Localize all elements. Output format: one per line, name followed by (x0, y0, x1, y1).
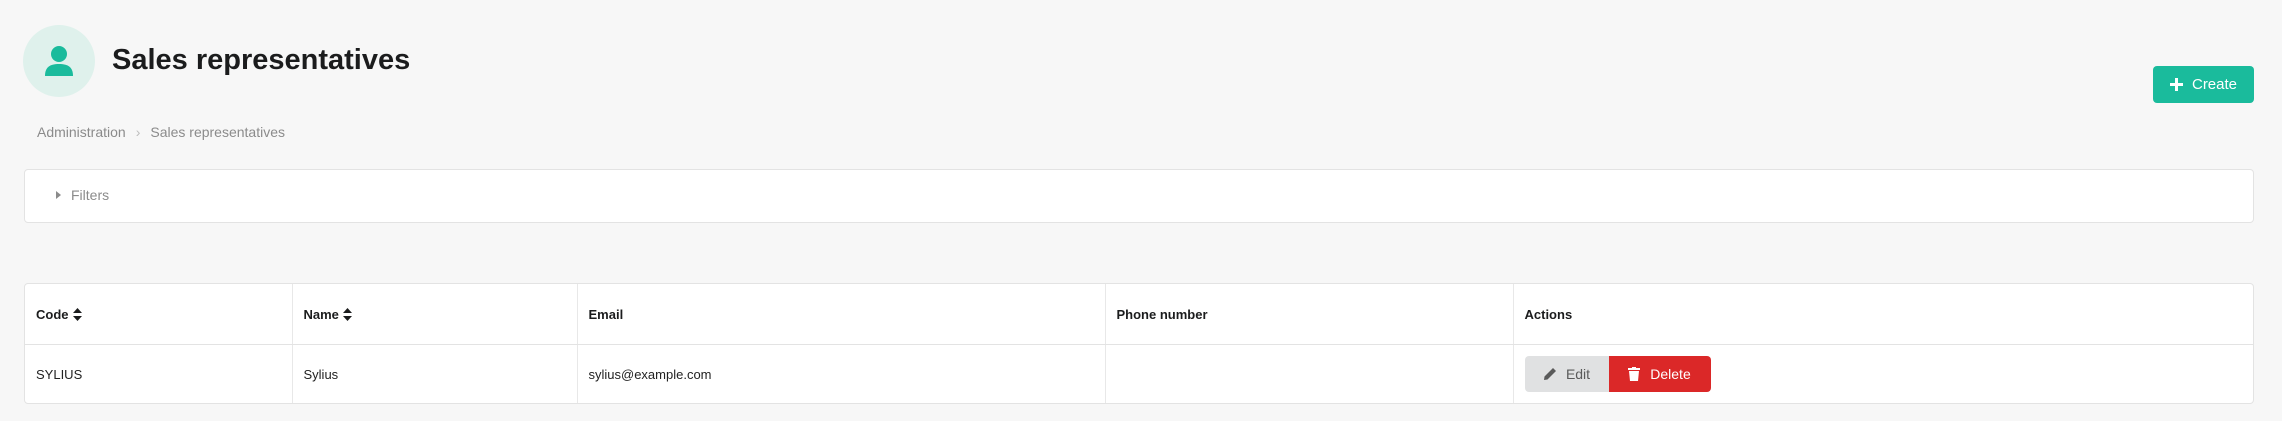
column-header-name[interactable]: Name (291, 284, 577, 345)
create-button-label: Create (2191, 76, 2238, 93)
row-actions: Edit Delete (1524, 356, 2245, 392)
edit-button[interactable]: Edit (1524, 356, 1609, 392)
create-button[interactable]: Create (2153, 66, 2254, 103)
cell-name: Sylius (291, 344, 577, 403)
caret-right-icon (56, 191, 61, 199)
sort-icon (342, 307, 352, 321)
column-header-phone-number: Phone number (1104, 284, 1513, 345)
page-title: Sales representatives (112, 44, 411, 76)
filters-panel: Filters (24, 169, 2254, 223)
column-header-email: Email (576, 284, 1105, 345)
breadcrumb-item-administration[interactable]: Administration (37, 124, 126, 140)
filters-toggle[interactable]: Filters (56, 187, 109, 203)
table-row: SYLIUS Sylius sylius@example.com Edit De… (25, 344, 2253, 403)
user-icon (45, 46, 73, 76)
breadcrumb: Administration › Sales representatives (37, 124, 285, 140)
sort-icon (72, 307, 82, 321)
page-header-icon (23, 25, 95, 97)
breadcrumb-item-current: Sales representatives (150, 124, 286, 140)
sales-representatives-table: Code Name Email Phone number Actions SYL… (24, 283, 2254, 404)
chevron-right-icon: › (135, 124, 141, 140)
plus-icon (2169, 78, 2183, 91)
cell-email: sylius@example.com (576, 344, 1105, 403)
table-header-row: Code Name Email Phone number Actions (25, 284, 2253, 345)
column-header-code[interactable]: Code (25, 284, 292, 345)
delete-button-label: Delete (1650, 366, 1691, 382)
trash-icon (1628, 367, 1641, 381)
filters-label: Filters (71, 187, 110, 203)
column-header-actions: Actions (1512, 284, 2253, 345)
cell-phone-number (1104, 344, 1513, 403)
edit-button-label: Edit (1565, 366, 1591, 382)
pencil-icon (1543, 368, 1556, 380)
cell-code: SYLIUS (36, 366, 83, 382)
cell-actions: Edit Delete (1512, 344, 2253, 403)
delete-button[interactable]: Delete (1608, 356, 1711, 392)
